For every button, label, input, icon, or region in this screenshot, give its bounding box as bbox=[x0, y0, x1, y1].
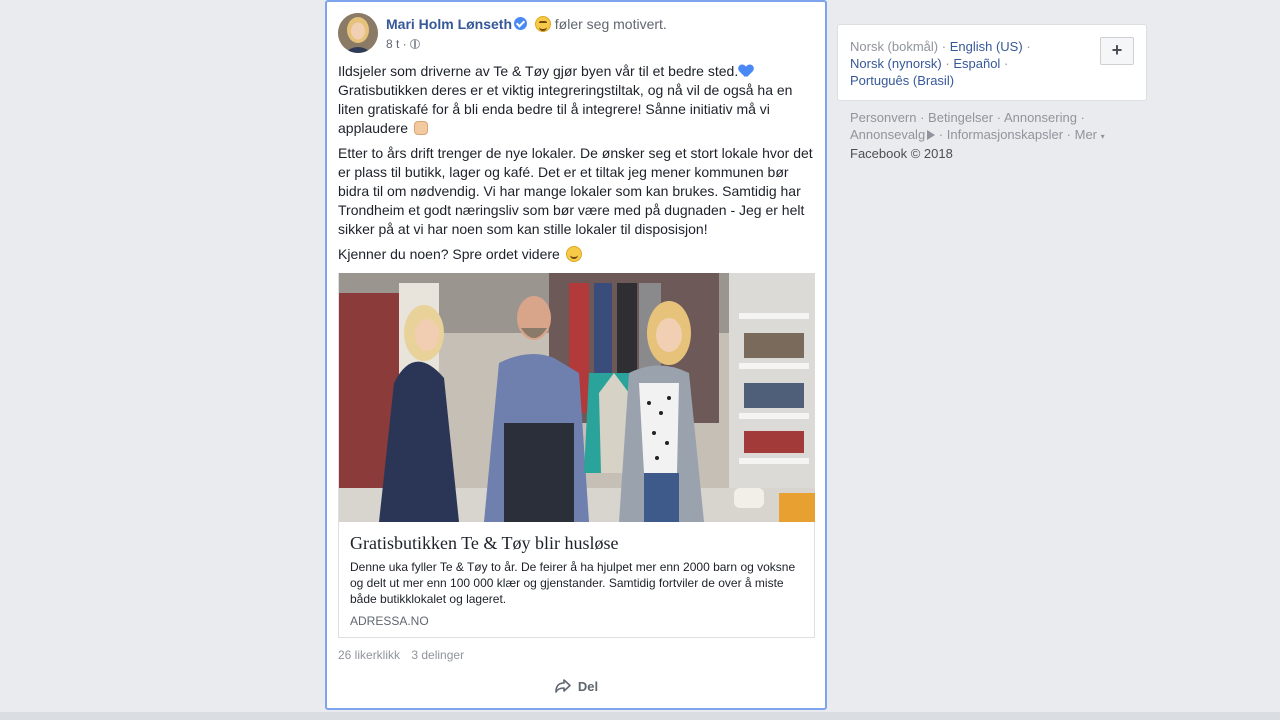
author-avatar[interactable] bbox=[338, 13, 378, 53]
language-current: Norsk (bokmål) bbox=[850, 39, 939, 54]
link-preview-image[interactable] bbox=[339, 273, 815, 522]
smile-icon bbox=[565, 246, 582, 262]
feeling-text: føler seg motivert. bbox=[554, 16, 667, 32]
link-description: Denne uka fyller Te & Tøy to år. De feir… bbox=[350, 560, 796, 606]
language-nynorsk[interactable]: Norsk (nynorsk) bbox=[850, 56, 942, 71]
link-preview-text[interactable]: Gratisbutikken Te & Tøy blir husløse Den… bbox=[350, 532, 803, 628]
chevron-down-icon: ▾ bbox=[1100, 132, 1105, 141]
author-line: Mari Holm Lønseth føler seg motivert. bbox=[386, 15, 667, 33]
language-box: Norsk (bokmål) · English (US) · Norsk (n… bbox=[837, 24, 1147, 101]
post-text: Ildsjeler som driverne av Te & Tøy gjør … bbox=[338, 62, 816, 270]
footer-copyright: Facebook © 2018 bbox=[850, 146, 953, 161]
shares-count[interactable]: 3 delinger bbox=[411, 648, 464, 662]
post-meta: 8 t · bbox=[386, 36, 420, 52]
bottom-bar bbox=[0, 712, 1280, 720]
post-paragraph: Kjenner du noen? Spre ordet videre bbox=[338, 245, 816, 264]
language-list: Norsk (bokmål) · English (US) · Norsk (n… bbox=[850, 39, 1031, 88]
globe-icon[interactable] bbox=[409, 39, 420, 49]
heart-icon bbox=[739, 65, 753, 78]
verified-icon bbox=[514, 17, 528, 30]
ad-choices-icon bbox=[927, 130, 936, 140]
post-paragraph: Ildsjeler som driverne av Te & Tøy gjør … bbox=[338, 63, 793, 136]
footer-more[interactable]: Mer bbox=[1075, 127, 1097, 142]
footer-ad-choices[interactable]: Annonsevalg bbox=[850, 127, 925, 142]
footer-links: Personvern · Betingelser · Annonsering ·… bbox=[850, 110, 1105, 161]
feeling-emoji-icon bbox=[534, 16, 551, 32]
add-language-button[interactable]: + bbox=[1100, 37, 1134, 65]
likes-count[interactable]: 26 likerklikk bbox=[338, 648, 400, 662]
post-card: Mari Holm Lønseth føler seg motivert. 8 … bbox=[325, 0, 827, 710]
clap-icon bbox=[413, 121, 428, 135]
footer-advertising[interactable]: Annonsering bbox=[1004, 110, 1077, 125]
post-header: Mari Holm Lønseth føler seg motivert. 8 … bbox=[338, 13, 814, 55]
share-button[interactable]: Del bbox=[327, 678, 825, 702]
language-spanish[interactable]: Español bbox=[953, 56, 1000, 71]
footer-cookies[interactable]: Informasjonskapsler bbox=[947, 127, 1063, 142]
footer-privacy[interactable]: Personvern bbox=[850, 110, 916, 125]
link-domain: ADRESSA.NO bbox=[350, 614, 429, 628]
share-label: Del bbox=[577, 679, 599, 694]
post-paragraph: Etter to års drift trenger de nye lokale… bbox=[338, 145, 813, 237]
link-preview[interactable]: Gratisbutikken Te & Tøy blir husløse Den… bbox=[338, 273, 815, 638]
share-icon bbox=[555, 679, 571, 693]
link-title[interactable]: Gratisbutikken Te & Tøy blir husløse bbox=[350, 532, 803, 554]
post-time[interactable]: 8 t · bbox=[386, 37, 407, 51]
language-portuguese[interactable]: Português (Brasil) bbox=[850, 73, 954, 88]
language-english[interactable]: English (US) bbox=[950, 39, 1023, 54]
post-stats: 26 likerklikk 3 delinger bbox=[338, 648, 472, 662]
footer-terms[interactable]: Betingelser bbox=[928, 110, 993, 125]
author-name[interactable]: Mari Holm Lønseth bbox=[386, 16, 512, 32]
